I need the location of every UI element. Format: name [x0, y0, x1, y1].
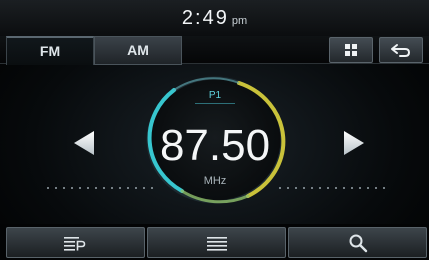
back-button[interactable]: [379, 37, 423, 63]
tuning-scale-right: [276, 186, 388, 190]
back-arrow-icon: [391, 44, 411, 57]
frequency-unit: MHz: [203, 175, 227, 187]
list-menu-button[interactable]: [147, 227, 286, 258]
search-button[interactable]: [288, 227, 427, 258]
tab-fm[interactable]: FM: [6, 36, 94, 65]
preset-label: P1: [195, 90, 235, 104]
frequency-display: 87.50: [159, 121, 271, 170]
list-menu-icon: [206, 236, 227, 251]
seek-down-button[interactable]: [72, 130, 96, 156]
bottom-bar: [0, 224, 429, 260]
clock-ampm: pm: [231, 15, 248, 27]
tab-row: FM AM: [0, 36, 429, 65]
preset-list-button[interactable]: [6, 227, 145, 258]
clock-time: 2:49: [181, 7, 229, 29]
seek-right-icon: [344, 131, 364, 155]
preset-list-icon: [63, 236, 85, 251]
grid-menu-icon: [345, 44, 357, 56]
seek-left-icon: [74, 131, 94, 155]
radio-screen: 2:49 pm FM AM P1 87.50 MHz: [0, 0, 429, 260]
grid-menu-button[interactable]: [329, 37, 373, 63]
status-bar: 2:49 pm: [0, 0, 429, 37]
tuning-scale-left: [44, 186, 154, 190]
tab-am[interactable]: AM: [94, 36, 182, 65]
seek-up-button[interactable]: [342, 130, 366, 156]
clock: 2:49 pm: [0, 7, 429, 30]
search-icon: [349, 234, 367, 252]
